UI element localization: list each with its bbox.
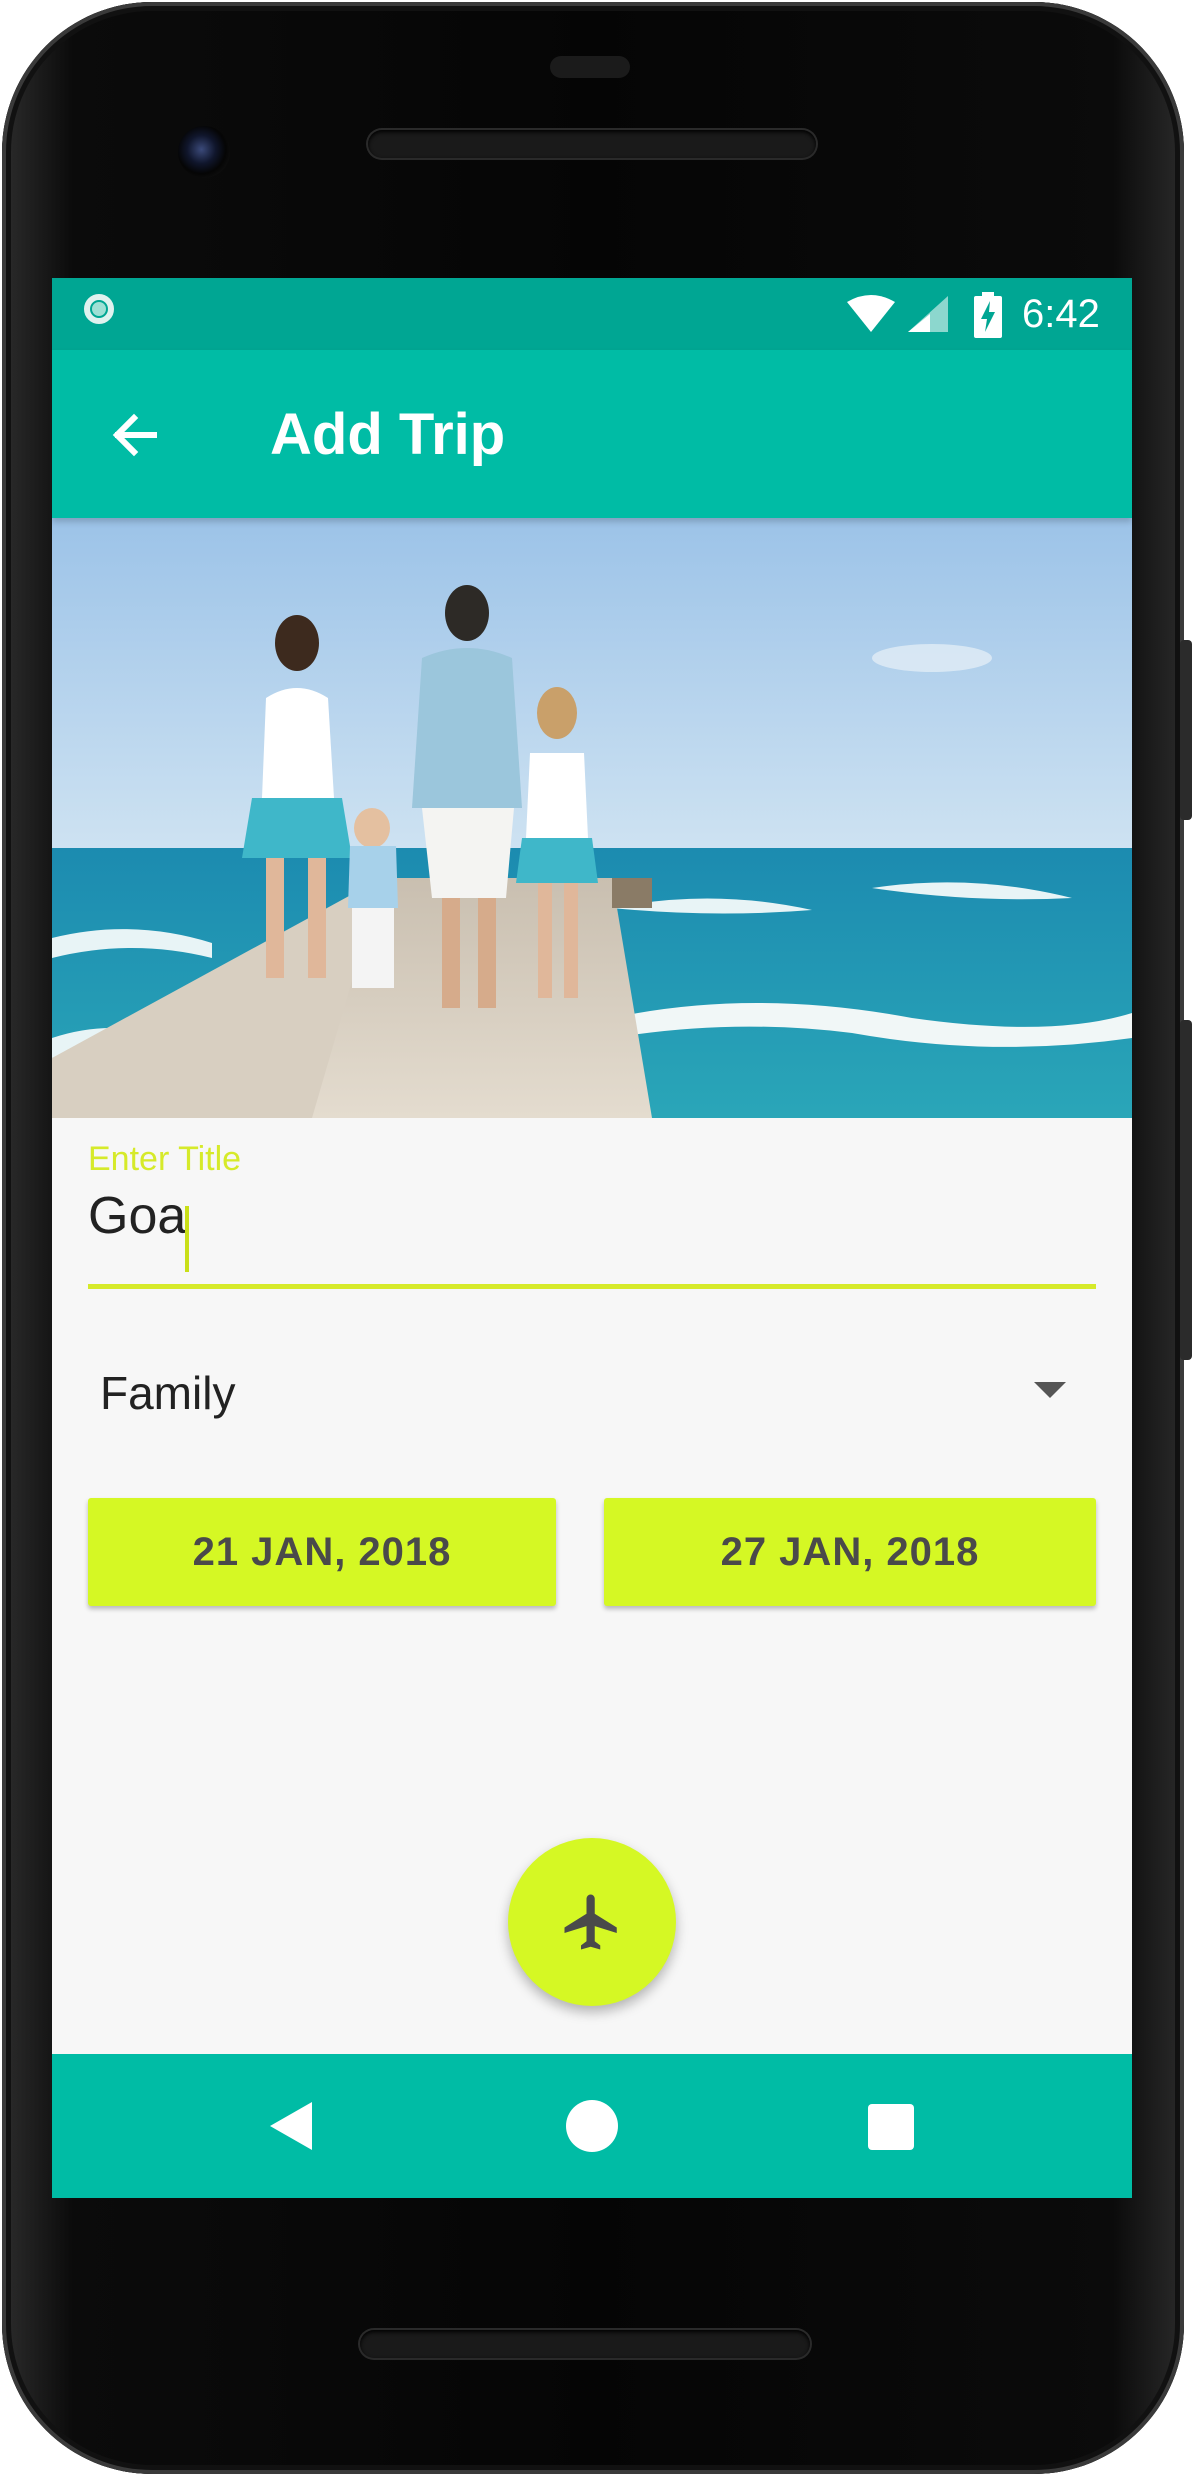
page-title: Add Trip [270, 402, 506, 467]
text-caret [185, 1206, 189, 1272]
status-bar: 6:42 [52, 278, 1132, 350]
top-sensor [550, 56, 630, 78]
arrow-back-icon[interactable] [100, 400, 170, 470]
title-input-underline [88, 1284, 1096, 1289]
start-date-button[interactable]: 21 JAN, 2018 [88, 1498, 556, 1606]
end-date-button[interactable]: 27 JAN, 2018 [604, 1498, 1096, 1606]
hero-image [52, 518, 1132, 1118]
title-field-label: Enter Title [88, 1140, 242, 1178]
trip-type-dropdown[interactable]: Family [88, 1338, 1096, 1442]
bottom-speaker [360, 2330, 810, 2358]
battery-charging-icon [974, 292, 1002, 338]
end-date-label: 27 JAN, 2018 [720, 1529, 980, 1574]
app-bar: Add Trip [52, 350, 1132, 518]
nav-home-icon[interactable] [566, 2100, 618, 2152]
status-time: 6:42 [1022, 292, 1100, 336]
add-trip-fab[interactable] [508, 1838, 676, 2006]
signal-icon [908, 296, 948, 332]
wifi-icon [847, 295, 895, 332]
dropdown-arrow-icon [1034, 1382, 1066, 1398]
power-button [1180, 640, 1192, 820]
nav-recents-icon[interactable] [868, 2104, 914, 2150]
volume-button [1180, 1020, 1192, 1360]
earpiece-speaker [368, 130, 816, 158]
trip-type-value: Family [100, 1367, 236, 1419]
front-camera [178, 126, 230, 178]
screen: 6:42 Add Trip Enter Title Goa Family 21 … [52, 278, 1132, 2198]
navigation-bar [52, 2054, 1132, 2198]
title-input[interactable] [88, 1184, 1096, 1248]
notification-ring-icon [84, 294, 114, 324]
start-date-label: 21 JAN, 2018 [192, 1529, 452, 1574]
nav-back-icon[interactable] [268, 2100, 314, 2152]
airplane-icon [564, 1894, 617, 1950]
